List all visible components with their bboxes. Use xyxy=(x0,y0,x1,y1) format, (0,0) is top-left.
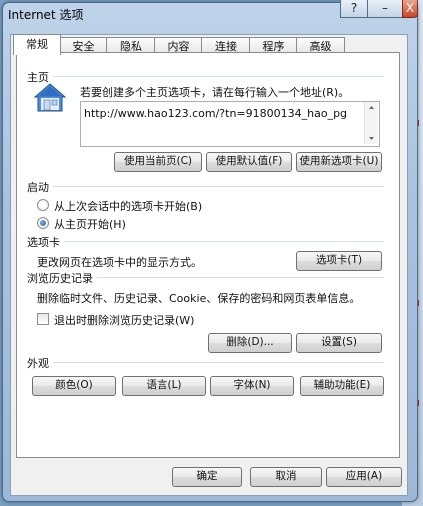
accessibility-button[interactable]: 辅助功能(E) xyxy=(300,376,384,396)
history-group-label: 浏览历史记录 xyxy=(27,270,97,286)
help-button[interactable]: ? xyxy=(340,0,368,18)
appearance-group-label: 外观 xyxy=(27,355,53,371)
delete-history-button[interactable]: 删除(D)... xyxy=(208,333,292,353)
radio-last-session[interactable] xyxy=(37,199,49,211)
radio-selected-dot xyxy=(40,220,46,226)
tabs-group-label: 选项卡 xyxy=(27,234,64,250)
use-default-button[interactable]: 使用默认值(F) xyxy=(206,152,292,172)
cancel-button[interactable]: 取消 xyxy=(250,467,322,487)
colors-button[interactable]: 颜色(O) xyxy=(32,376,116,396)
fonts-button[interactable]: 字体(N) xyxy=(210,376,294,396)
scroll-arrows-icon xyxy=(369,106,374,140)
house-icon xyxy=(33,82,67,114)
homepage-url-text[interactable]: http://www.hao123.com/?tn=91800134_hao_p… xyxy=(84,107,352,120)
radio-last-session-label[interactable]: 从上次会话中的选项卡开始(B) xyxy=(54,198,202,214)
tabs-divider xyxy=(28,241,384,242)
close-button[interactable]: X xyxy=(402,0,418,18)
startup-group-label: 启动 xyxy=(27,179,53,195)
appearance-divider xyxy=(28,362,384,363)
radio-homepage[interactable] xyxy=(37,217,49,229)
tab-general[interactable]: 常规 xyxy=(13,34,61,55)
use-new-tab-button[interactable]: 使用新选项卡(U) xyxy=(296,152,382,172)
homepage-url-scrollbar[interactable] xyxy=(364,102,378,144)
history-description: 删除临时文件、历史记录、Cookie、保存的密码和网页表单信息。 xyxy=(37,292,361,305)
ok-button[interactable]: 确定 xyxy=(172,467,242,487)
use-current-button[interactable]: 使用当前页(C) xyxy=(114,152,202,172)
tabs-description: 更改网页在选项卡中的显示方式。 xyxy=(37,256,202,269)
homepage-instruction: 若要创建多个主页选项卡，请在每行输入一个地址(R)。 xyxy=(80,86,350,99)
homepage-divider xyxy=(28,76,384,77)
languages-button[interactable]: 语言(L) xyxy=(122,376,206,396)
delete-on-exit-checkbox[interactable] xyxy=(37,313,49,325)
history-settings-button[interactable]: 设置(S) xyxy=(296,333,382,353)
minimize-button[interactable]: – xyxy=(367,0,403,18)
window-title: Internet 选项 xyxy=(8,8,84,22)
radio-homepage-label[interactable]: 从主页开始(H) xyxy=(54,216,126,232)
apply-button[interactable]: 应用(A) xyxy=(326,467,402,487)
delete-on-exit-label[interactable]: 退出时删除浏览历史记录(W) xyxy=(54,312,194,328)
tabs-settings-button[interactable]: 选项卡(T) xyxy=(296,251,382,271)
startup-divider xyxy=(28,186,384,187)
